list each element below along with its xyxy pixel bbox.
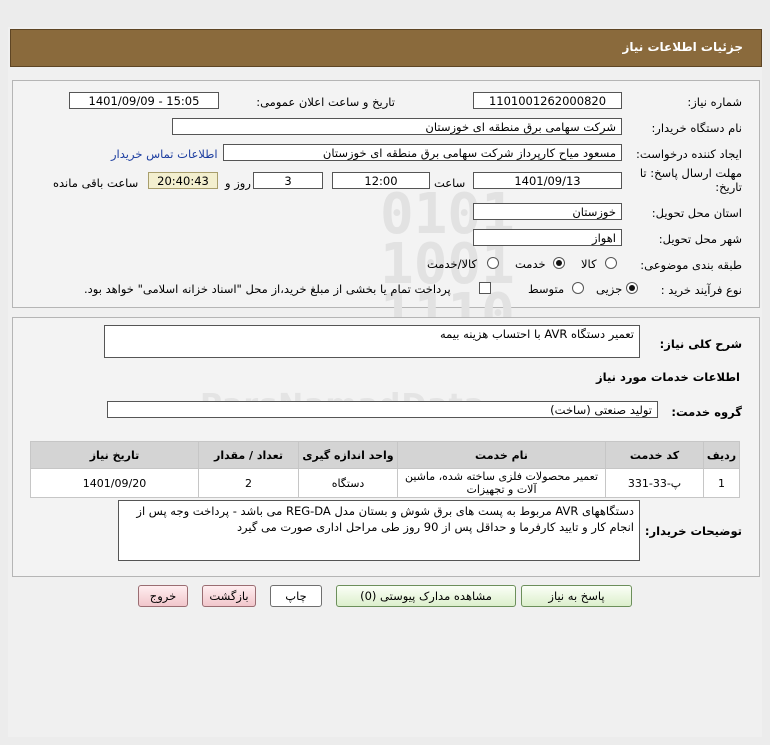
col-row-number: ردیف: [703, 441, 740, 469]
announce-label: تاریخ و ساعت اعلان عمومی:: [256, 95, 395, 109]
col-service-name: نام خدمت: [397, 441, 606, 469]
col-unit: واحد اندازه گیری: [298, 441, 398, 469]
cell-service-name: تعمیر محصولات فلزی ساخته شده، ماشین آلات…: [397, 468, 606, 498]
creator-label: ایجاد کننده درخواست:: [636, 147, 742, 161]
process-radio-medium[interactable]: [572, 282, 584, 294]
payment-note: پرداخت تمام یا بخشی از مبلغ خرید،از محل …: [84, 282, 451, 296]
col-quantity: تعداد / مقدار: [198, 441, 299, 469]
province-label: استان محل تحویل:: [651, 206, 742, 220]
service-group-field: تولید صنعتی (ساخت): [107, 401, 658, 418]
category-radio-goods[interactable]: [605, 257, 617, 269]
process-radio-partial[interactable]: [626, 282, 638, 294]
summary-field: تعمیر دستگاه AVR با احتساب هزینه بیمه: [104, 325, 640, 358]
back-button[interactable]: بازگشت: [202, 585, 256, 607]
category-radio-service[interactable]: [553, 257, 565, 269]
days-field: 3: [253, 172, 323, 189]
treasury-payment-checkbox[interactable]: [479, 282, 491, 294]
deadline-date-field: 1401/09/13: [473, 172, 622, 189]
service-group-label: گروه خدمت:: [671, 405, 742, 419]
need-number-field: 1101001262000820: [473, 92, 622, 109]
col-service-code: کد خدمت: [605, 441, 704, 469]
creator-field: مسعود میاح کارپرداز شرکت سهامی برق منطقه…: [223, 144, 622, 161]
col-need-date: تاریخ نیاز: [30, 441, 199, 469]
buyer-notes-field: دستگاههای AVR مربوط به پست های برق شوش و…: [118, 500, 640, 561]
summary-label: شرح کلی نیاز:: [659, 337, 742, 351]
exit-button[interactable]: خروج: [138, 585, 188, 607]
category-radio-both[interactable]: [487, 257, 499, 269]
print-button[interactable]: چاپ: [270, 585, 322, 607]
table-row: 1 پ-33-331 تعمیر محصولات فلزی ساخته شده،…: [30, 468, 740, 498]
cell-row-number: 1: [703, 468, 740, 498]
page-title: جزئیات اطلاعات نیاز: [622, 40, 743, 54]
need-number-label: شماره نیاز:: [687, 95, 742, 109]
remaining-label: ساعت باقی مانده: [53, 176, 139, 190]
city-field: اهواز: [473, 229, 622, 246]
buyer-org-field: شرکت سهامی برق منطقه ای خوزستان: [172, 118, 622, 135]
reply-button[interactable]: پاسخ به نیاز: [521, 585, 632, 607]
table-header-row: ردیف کد خدمت نام خدمت واحد اندازه گیری ت…: [30, 441, 740, 469]
process-option-medium: متوسط: [528, 282, 565, 296]
cell-service-code: پ-33-331: [605, 468, 704, 498]
process-option-partial: جزیی: [596, 282, 623, 296]
page-header: جزئیات اطلاعات نیاز: [10, 29, 762, 67]
buyer-notes-label: توضیحات خریدار:: [644, 524, 742, 538]
cell-need-date: 1401/09/20: [30, 468, 199, 498]
category-option-goods: کالا: [581, 257, 597, 271]
category-option-both: کالا/خدمت: [427, 257, 478, 271]
process-label: نوع فرآیند خرید :: [660, 283, 742, 297]
days-label: روز و: [225, 176, 251, 190]
province-field: خوزستان: [473, 203, 622, 220]
deadline-hour-label: ساعت: [434, 176, 466, 190]
remaining-time-field: 20:40:43: [148, 172, 218, 189]
view-attachments-button[interactable]: مشاهده مدارک پیوستی (0): [336, 585, 516, 607]
cell-unit: دستگاه: [298, 468, 398, 498]
deadline-label: مهلت ارسال پاسخ: تا تاریخ:: [639, 166, 742, 194]
services-heading: اطلاعات خدمات مورد نیاز: [596, 370, 740, 384]
announce-field: 1401/09/09 - 15:05: [69, 92, 219, 109]
cell-quantity: 2: [198, 468, 299, 498]
buyer-org-label: نام دستگاه خریدار:: [651, 121, 742, 135]
need-info-panel: [12, 80, 760, 308]
city-label: شهر محل تحویل:: [658, 232, 742, 246]
services-table: ردیف کد خدمت نام خدمت واحد اندازه گیری ت…: [30, 441, 740, 498]
buyer-contact-link[interactable]: اطلاعات تماس خریدار: [111, 147, 218, 161]
category-label: طبقه بندی موضوعی:: [640, 258, 742, 272]
category-option-service: خدمت: [515, 257, 546, 271]
deadline-time-field: 12:00: [332, 172, 430, 189]
